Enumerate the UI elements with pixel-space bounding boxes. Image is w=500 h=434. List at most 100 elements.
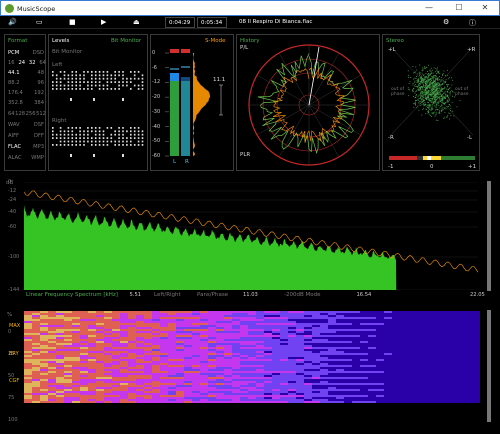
- spectrogram-cell: [216, 399, 224, 401]
- eject-icon[interactable]: ⏏: [133, 18, 140, 26]
- spectrogram-cell: [256, 353, 264, 355]
- spectrogram-cell: [120, 383, 128, 385]
- spectrogram-cell: [152, 379, 160, 381]
- bit-cell: [75, 137, 77, 139]
- scope-dot: [437, 92, 439, 94]
- spectrogram-cell: [288, 321, 296, 323]
- spectrogram-cell: [96, 365, 104, 367]
- spectrogram-cell: [176, 401, 184, 403]
- scope-dot: [427, 91, 429, 93]
- scope-dot: [446, 101, 448, 103]
- spectrogram-cell: [24, 315, 32, 317]
- scope-dot: [424, 67, 426, 69]
- spectrogram-cell: [216, 313, 224, 315]
- spectrogram-cell: [192, 331, 200, 333]
- spectrogram-cell: [312, 389, 320, 391]
- scope-dot: [416, 76, 417, 77]
- close-button[interactable]: ✕: [477, 3, 493, 12]
- scope-dot: [425, 105, 427, 107]
- bit-cell: [59, 137, 62, 139]
- scope-dot: [443, 82, 445, 84]
- scope-dot: [428, 93, 430, 94]
- stop-icon[interactable]: ■: [69, 18, 76, 26]
- spectrogram-cell: [96, 339, 104, 341]
- scope-dot: [435, 77, 437, 79]
- folder-icon[interactable]: ▭: [36, 18, 43, 26]
- spectrogram-cell: [152, 381, 160, 383]
- spectrogram-cell: [200, 319, 208, 321]
- play-icon[interactable]: ▶: [101, 18, 106, 26]
- spectrogram-cell: [264, 341, 272, 343]
- maximize-button[interactable]: ☐: [451, 3, 467, 12]
- spectrogram-cell: [88, 363, 96, 365]
- spectrogram-cell: [120, 341, 128, 343]
- spectrogram-cell: [80, 345, 88, 347]
- spectrogram-cell: [272, 319, 280, 321]
- spectrogram-cell: [24, 323, 32, 325]
- spectrogram-cell: [272, 321, 280, 323]
- spectrogram-cell: [304, 389, 312, 391]
- bit-cell: [63, 137, 66, 139]
- spectrogram-cell: [192, 399, 200, 401]
- spectrogram-cell: [120, 357, 128, 359]
- scope-dot: [429, 91, 431, 93]
- spectrogram-cell: [368, 365, 376, 367]
- scope-dot: [435, 78, 436, 80]
- scope-dot: [430, 89, 432, 91]
- spectrogram-cell: [72, 347, 80, 349]
- settings-gear-icon[interactable]: ⚙: [443, 18, 449, 26]
- minimize-button[interactable]: —: [421, 3, 437, 12]
- mode-pans-phase[interactable]: Pans/Phase: [197, 292, 228, 299]
- mode-left-right[interactable]: Left/Right: [154, 292, 181, 299]
- scope-dot: [428, 78, 430, 80]
- spectrogram-cell: [88, 319, 96, 321]
- spectrogram-cell: [224, 383, 232, 385]
- s-mode-label[interactable]: S-Mode: [205, 38, 225, 44]
- spectrogram-cell: [272, 379, 280, 381]
- spectrogram-scrollbar[interactable]: [487, 310, 491, 422]
- spectrogram-cell: [48, 319, 56, 321]
- scope-dot: [407, 70, 409, 72]
- bit-cell: [79, 133, 81, 136]
- volume-icon[interactable]: 🔊: [8, 18, 17, 26]
- bit-monitor-tab[interactable]: Bit Monitor: [111, 38, 141, 44]
- spectrogram-cell: [144, 327, 152, 329]
- scope-dot: [424, 80, 426, 82]
- spectrogram-cell: [232, 375, 240, 377]
- scope-dot: [449, 92, 451, 94]
- bit-cell: [71, 71, 74, 73]
- spectrogram-cell: [368, 335, 376, 337]
- spectrogram-cell: [240, 343, 248, 345]
- spectrogram-cell: [88, 315, 96, 317]
- spectrogram-cell: [184, 353, 192, 355]
- scope-dot: [443, 88, 445, 90]
- spectrogram-cell: [32, 331, 40, 333]
- scope-dot: [437, 109, 439, 110]
- scope-dot: [434, 105, 436, 107]
- scope-dot: [422, 87, 423, 89]
- scope-dot: [426, 108, 427, 110]
- spectrum-scrollbar[interactable]: [487, 181, 491, 291]
- scope-dot: [408, 76, 409, 78]
- spectrogram-cell: [208, 397, 216, 399]
- bit-cell: [79, 140, 81, 143]
- spectrogram-cell: [232, 367, 240, 369]
- spectrogram-cell: [216, 311, 224, 313]
- mode-200db[interactable]: -200dB Mode: [284, 292, 320, 299]
- info-icon[interactable]: ⓘ: [469, 18, 476, 28]
- spectrogram-cell: [168, 397, 176, 399]
- bit-cell: [83, 71, 85, 73]
- scope-dot: [427, 94, 429, 96]
- spectrogram-cell: [144, 353, 152, 355]
- spectrogram-cell: [248, 317, 256, 319]
- spectrogram-cell: [160, 381, 168, 383]
- spectrogram-cell: [48, 381, 56, 383]
- spectrogram-cell: [152, 371, 160, 373]
- spectrogram-cell: [64, 367, 72, 369]
- spectrogram-cell: [64, 397, 72, 399]
- spectrogram-cell: [296, 339, 304, 341]
- scope-dot: [432, 112, 434, 114]
- spectrogram-cell: [296, 361, 304, 363]
- bit-cell: [126, 130, 128, 133]
- spectrogram-cell: [240, 375, 248, 377]
